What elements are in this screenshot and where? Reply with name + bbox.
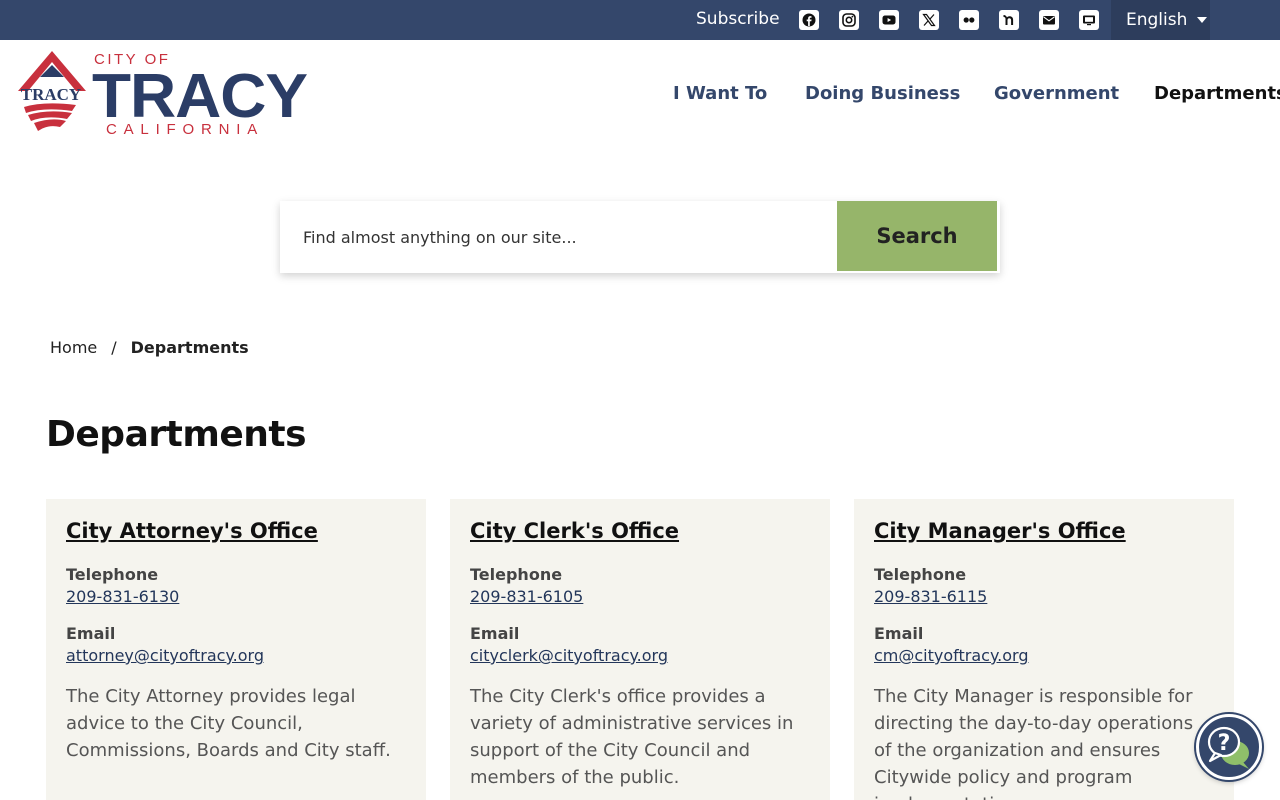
telephone-label: Telephone [874, 565, 967, 584]
telephone-link[interactable]: 209-831-6130 [66, 587, 179, 606]
card-description: The City Attorney provides legal advice … [66, 686, 391, 761]
card-description: The City Manager is responsible for dire… [874, 686, 1194, 800]
telephone-label: Telephone [66, 565, 159, 584]
nav-i-want-to[interactable]: I Want To [673, 83, 767, 104]
top-bar: Subscribe English [0, 0, 1280, 40]
email-label: Email [470, 624, 520, 643]
email-link[interactable]: cityclerk@cityoftracy.org [470, 646, 668, 665]
telephone-link[interactable]: 209-831-6105 [470, 587, 583, 606]
help-glyph: ? [1218, 731, 1231, 756]
card-title-link[interactable]: City Manager's Office [874, 519, 1126, 543]
email-label: Email [66, 624, 116, 643]
page-title: Departments [46, 414, 307, 455]
email-link[interactable]: attorney@cityoftracy.org [66, 646, 264, 665]
logo-state: CALIFORNIA [106, 121, 264, 138]
language-select[interactable]: English [1111, 0, 1210, 40]
facebook-icon[interactable] [799, 10, 819, 30]
breadcrumb: Home / Departments [50, 338, 249, 357]
department-card: City Attorney's Office Telephone 209-831… [46, 499, 426, 800]
card-title-link[interactable]: City Attorney's Office [66, 519, 318, 543]
x-icon[interactable] [919, 10, 939, 30]
help-chat-icon: ? [1207, 726, 1249, 769]
card-description: The City Clerk's office provides a varie… [470, 686, 794, 788]
email-icon[interactable] [1039, 10, 1059, 30]
email-link[interactable]: cm@cityoftracy.org [874, 646, 1028, 665]
search-input[interactable] [280, 201, 837, 273]
breadcrumb-current: Departments [130, 338, 249, 357]
logo-badge-icon: TRACY [18, 51, 86, 131]
youtube-icon[interactable] [879, 10, 899, 30]
language-label: English [1126, 10, 1188, 30]
flickr-icon[interactable] [959, 10, 979, 30]
tv-icon[interactable] [1079, 10, 1099, 30]
card-title-link[interactable]: City Clerk's Office [470, 519, 679, 543]
nextdoor-icon[interactable] [999, 10, 1019, 30]
telephone-link[interactable]: 209-831-6115 [874, 587, 987, 606]
email-label: Email [874, 624, 924, 643]
subscribe-link[interactable]: Subscribe [696, 9, 780, 29]
instagram-icon[interactable] [839, 10, 859, 30]
nav-doing-business[interactable]: Doing Business [805, 83, 960, 104]
search-bar: Search [280, 201, 1000, 273]
nav-government[interactable]: Government [994, 83, 1119, 104]
breadcrumb-separator: / [111, 338, 117, 357]
logo-badge-text: TRACY [21, 85, 81, 104]
breadcrumb-home[interactable]: Home [50, 338, 97, 357]
chevron-down-icon [1197, 17, 1208, 23]
telephone-label: Telephone [470, 565, 563, 584]
search-button[interactable]: Search [837, 201, 997, 271]
department-card: City Clerk's Office Telephone 209-831-61… [450, 499, 830, 800]
department-card: City Manager's Office Telephone 209-831-… [854, 499, 1234, 800]
help-chat-button[interactable]: ? [1196, 714, 1262, 780]
nav-departments[interactable]: Departments [1154, 83, 1280, 104]
city-logo[interactable]: TRACY CITY OF TRACY CALIFORNIA [14, 49, 314, 139]
